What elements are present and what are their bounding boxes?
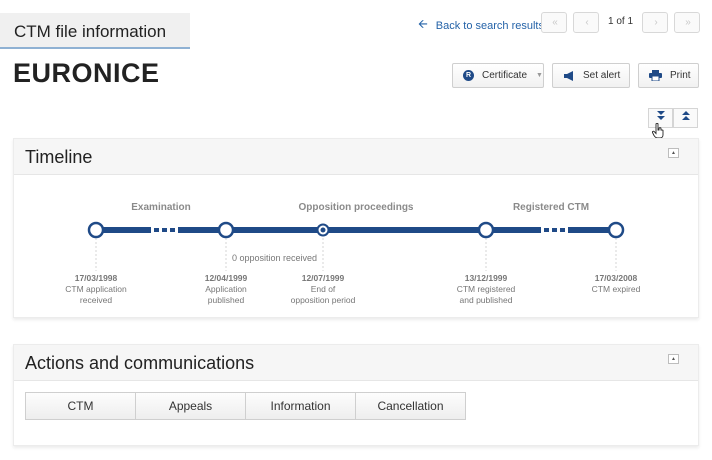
page-title: EURONICE <box>13 58 160 88</box>
certificate-button[interactable]: R Certificate ▼ <box>452 63 544 88</box>
chevron-down-icon: ▼ <box>536 72 543 79</box>
tab-appeals[interactable]: Appeals <box>135 392 246 420</box>
certificate-r-icon: R <box>463 70 474 81</box>
track-dot-1c <box>170 228 175 232</box>
timeline-node-1 <box>87 221 105 239</box>
first-page-button[interactable]: « <box>541 12 567 33</box>
track-dot-4b <box>552 228 557 232</box>
event-desc-4a: CTM registered <box>457 284 516 294</box>
back-link-label: Back to search results <box>435 19 544 32</box>
back-to-search-link[interactable]: 🡨 Back to search results <box>418 15 544 36</box>
event-date-3: 12/07/1999 <box>302 273 345 283</box>
file-info-tab[interactable]: CTM file information <box>0 13 190 49</box>
certificate-label: Certificate <box>482 70 528 81</box>
track-segment-3 <box>226 227 486 233</box>
prev-page-button[interactable]: ‹ <box>573 12 599 33</box>
event-desc-4b: and published <box>460 295 513 305</box>
pager-count: 1 of 1 <box>608 16 634 27</box>
tab-ctm[interactable]: CTM <box>25 392 136 420</box>
track-dot-4c <box>560 228 565 232</box>
event-date-2: 12/04/1999 <box>205 273 248 283</box>
set-alert-button[interactable]: Set alert <box>552 63 630 88</box>
timeline-title: Timeline <box>25 147 93 167</box>
timeline-node-5 <box>607 221 625 239</box>
track-dot-4a <box>544 228 549 232</box>
set-alert-label: Set alert <box>583 70 621 81</box>
next-page-button[interactable]: › <box>642 12 668 33</box>
phase-label-opposition: Opposition proceedings <box>298 202 413 213</box>
event-desc-1a: CTM application <box>65 284 127 294</box>
event-date-4: 13/12/1999 <box>465 273 508 283</box>
timeline-node-3-core <box>320 227 326 233</box>
opposition-note: 0 opposition received <box>232 253 317 263</box>
phase-label-registered: Registered CTM <box>513 202 589 213</box>
timeline-node-4 <box>477 221 495 239</box>
phase-label-examination: Examination <box>131 202 190 213</box>
collapse-icon[interactable]: ▲ <box>668 148 679 158</box>
print-label: Print <box>670 70 691 81</box>
event-date-1: 17/03/1998 <box>75 273 118 283</box>
event-desc-5a: CTM expired <box>592 284 641 294</box>
track-dot-1a <box>154 228 159 232</box>
collapse-icon[interactable]: ▲ <box>668 354 679 364</box>
tab-information[interactable]: Information <box>245 392 356 420</box>
actions-title: Actions and communications <box>25 353 255 373</box>
event-desc-1b: received <box>80 295 112 305</box>
collapse-all-icon <box>681 109 691 127</box>
printer-icon <box>649 70 662 81</box>
megaphone-icon <box>563 70 575 81</box>
collapse-all-button[interactable] <box>673 108 698 128</box>
event-desc-2b: published <box>208 295 245 305</box>
event-desc-3a: End of <box>311 284 336 294</box>
timeline-chart: Examination Opposition proceedings Regis… <box>65 202 641 305</box>
timeline-panel: Timeline ▲ Examination Opposition procee… <box>13 138 699 318</box>
timeline-node-2 <box>217 221 235 239</box>
actions-tab-row: CTM Appeals Information Cancellation <box>25 392 466 420</box>
event-desc-2a: Application <box>205 284 247 294</box>
event-date-5: 17/03/2008 <box>595 273 638 283</box>
print-button[interactable]: Print <box>638 63 699 88</box>
arrow-left-icon: 🡨 <box>418 17 428 31</box>
timeline-panel-header: Timeline ▲ <box>14 139 698 175</box>
actions-panel: Actions and communications ▲ CTM Appeals… <box>13 344 699 446</box>
actions-panel-header: Actions and communications ▲ <box>14 345 698 381</box>
track-dot-1b <box>162 228 167 232</box>
last-page-button[interactable]: » <box>674 12 700 33</box>
tab-cancellation[interactable]: Cancellation <box>355 392 466 420</box>
event-desc-3b: opposition period <box>291 295 356 305</box>
